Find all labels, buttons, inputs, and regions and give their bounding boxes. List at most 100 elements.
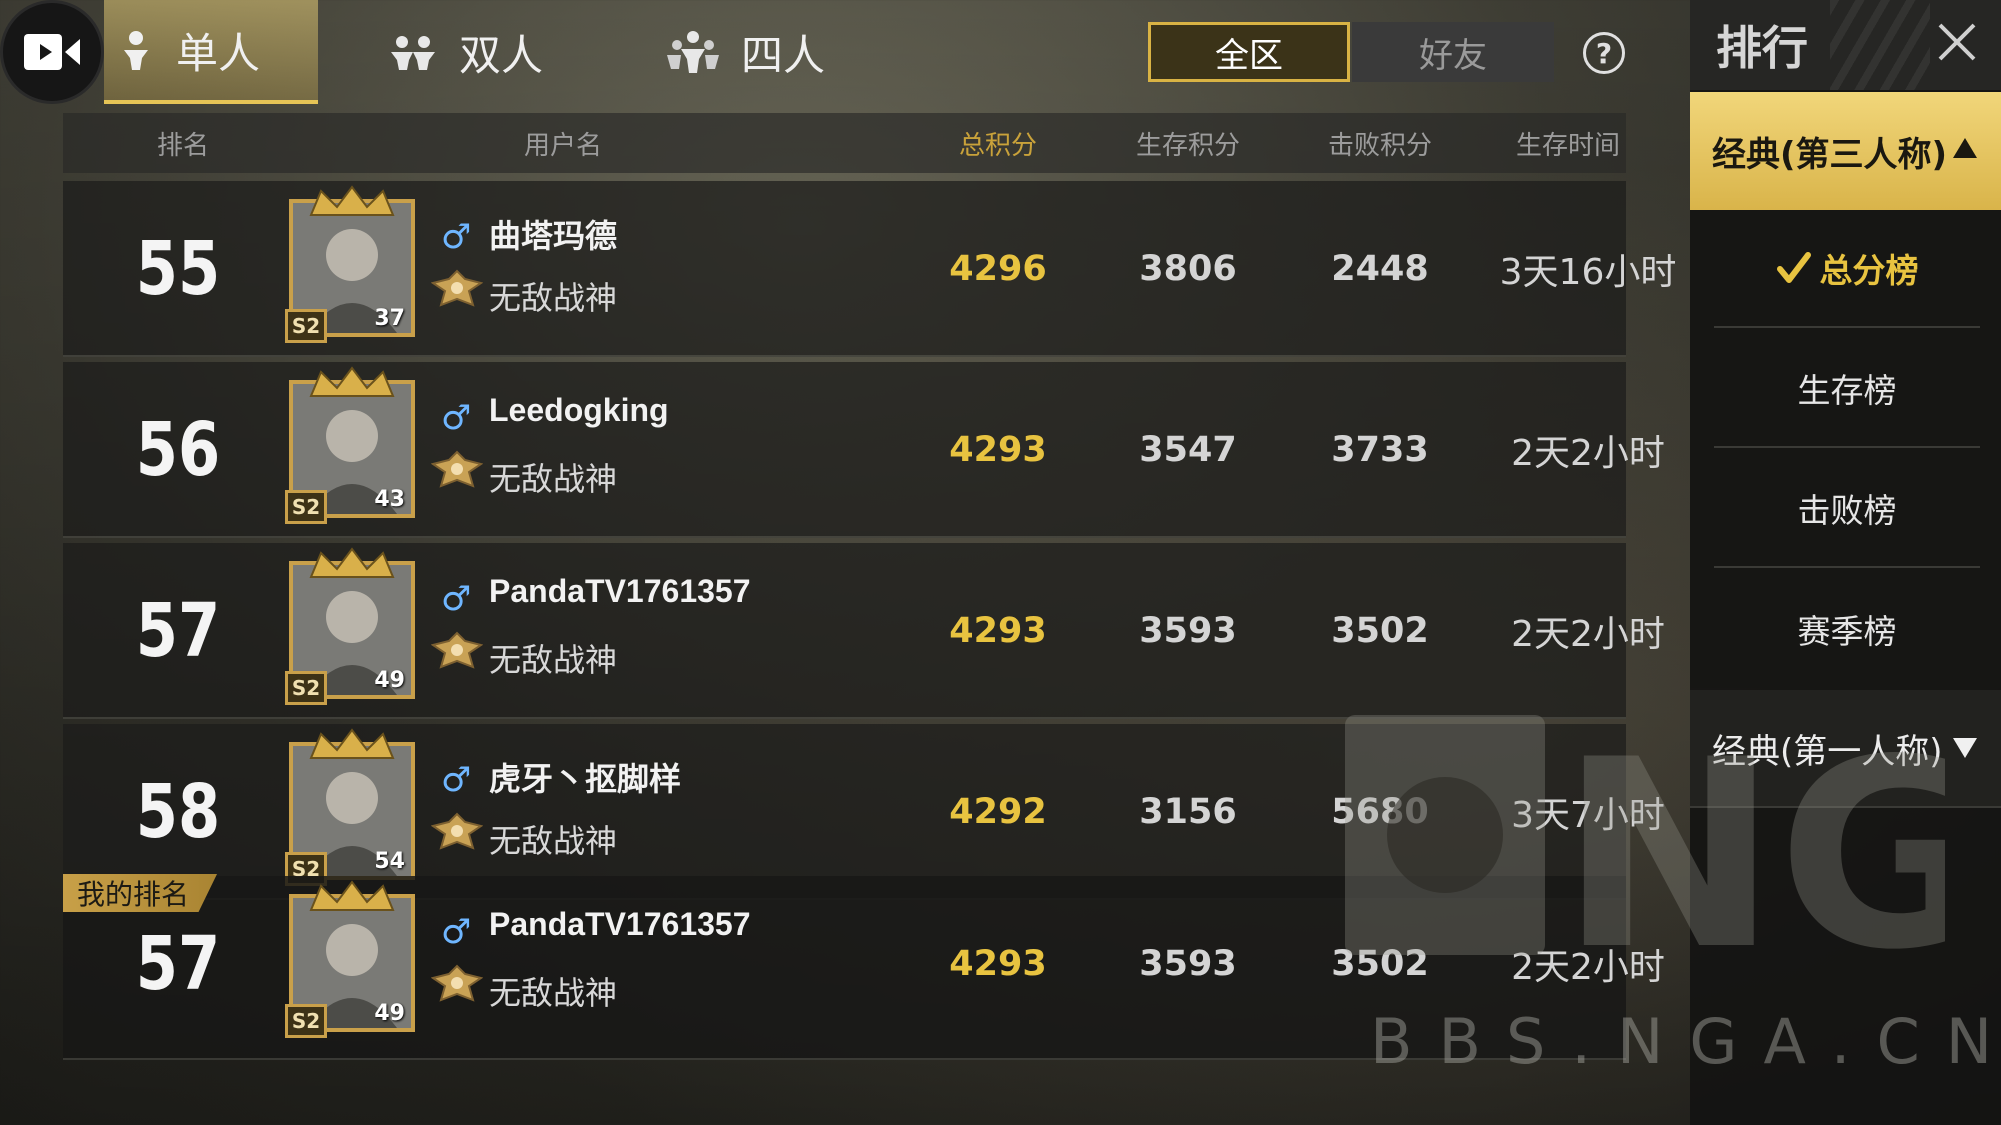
board-season-label: 赛季榜: [1797, 612, 1897, 651]
player-title: 无敌战神: [489, 822, 618, 860]
triangle-up-icon: [1953, 138, 1977, 158]
total-score: 4293: [949, 430, 1047, 470]
player-level: 49: [374, 1001, 405, 1026]
crown-icon: [309, 185, 395, 216]
player-level: 43: [374, 487, 405, 512]
board-total-label: 总分榜: [1819, 251, 1919, 290]
season-badge: S2: [285, 309, 327, 343]
help-icon[interactable]: ?: [1583, 32, 1625, 74]
close-button[interactable]: [1925, 10, 1989, 74]
player-title: 无敌战神: [489, 279, 618, 317]
title-badge-icon: [431, 269, 483, 307]
record-button[interactable]: [0, 0, 104, 104]
watermark-url: BBS.NGA.CN: [1370, 1005, 2001, 1078]
avatar[interactable]: 49 S2: [285, 880, 419, 1038]
username: 虎牙丶抠脚样: [489, 761, 682, 797]
category-first-person[interactable]: 经典(第一人称): [1690, 690, 2001, 808]
col-total[interactable]: 总积分: [913, 113, 1083, 173]
board-total[interactable]: 总分榜: [1714, 210, 1980, 328]
total-score: 4293: [949, 944, 1047, 984]
board-season[interactable]: 赛季榜: [1714, 570, 1980, 688]
col-rank: 排名: [156, 130, 209, 161]
avatar[interactable]: 54 S2: [285, 728, 419, 886]
board-kills[interactable]: 击败榜: [1714, 450, 1980, 568]
tab-solo[interactable]: 单人: [104, 0, 318, 104]
survival-score: 3593: [1139, 611, 1237, 651]
username: Leedogking: [489, 392, 669, 428]
table-row[interactable]: 55 37 S2 ♂ 曲塔玛德 无敌战神 4296 3806 2448 3天16…: [63, 181, 1676, 357]
leaderboard-table: 排名 用户名 总积分 生存积分 击败积分 生存时间: [63, 113, 1626, 173]
male-icon: ♂: [441, 398, 472, 438]
kills-score: 2448: [1331, 249, 1429, 289]
col-username: 用户名: [523, 130, 602, 161]
male-icon: ♂: [441, 912, 472, 952]
kills-score: 3502: [1331, 611, 1429, 651]
player-level: 54: [374, 849, 405, 874]
avatar[interactable]: 37 S2: [285, 185, 419, 343]
tab-squad-label: 四人: [741, 30, 826, 80]
rank-number: 56: [135, 407, 221, 493]
table-row[interactable]: 56 43 S2 ♂ Leedogking 无敌战神 4293 3547 373…: [63, 362, 1665, 538]
board-survival-label: 生存榜: [1797, 371, 1897, 410]
survival-score: 3547: [1139, 430, 1237, 470]
player-title: 无敌战神: [489, 974, 618, 1012]
table-row[interactable]: 57 49 S2 ♂ PandaTV1761357 无敌战神 4293 3593…: [63, 543, 1665, 719]
table-row[interactable]: 58 54 S2 ♂ 虎牙丶抠脚样 无敌战神 4292 3156 5680 3天…: [63, 724, 1665, 900]
kills-score: 5680: [1331, 792, 1429, 832]
title-badge-icon: [431, 631, 483, 669]
panel-header: 排行: [1690, 0, 2001, 90]
tab-duo[interactable]: 双人: [385, 0, 543, 104]
rank-number: 57: [135, 588, 221, 674]
survival-time: 2天2小时: [1511, 433, 1665, 474]
panel-title: 排行: [1716, 21, 1808, 75]
my-rank-tag: 我的排名: [63, 874, 218, 912]
total-score: 4293: [949, 611, 1047, 651]
record-icon: [24, 34, 80, 70]
category-first-person-label: 经典(第一人称): [1712, 731, 1943, 772]
season-badge: S2: [285, 1004, 327, 1038]
survival-score: 3593: [1139, 944, 1237, 984]
crown-icon: [309, 366, 395, 397]
col-survival[interactable]: 生存积分: [1103, 113, 1273, 173]
title-badge-icon: [431, 812, 483, 850]
squad-people-icon: [663, 29, 723, 75]
scope-friends-button[interactable]: 好友: [1352, 22, 1554, 82]
player-title: 无敌战神: [489, 460, 618, 498]
scope-all-button[interactable]: 全区: [1148, 22, 1350, 82]
username: 曲塔玛德: [489, 218, 618, 254]
male-icon: ♂: [441, 217, 472, 257]
title-badge-icon: [431, 964, 483, 1002]
table-header: 排名 用户名 总积分 生存积分 击败积分 生存时间: [63, 113, 1626, 173]
player-title: 无敌战神: [489, 641, 618, 679]
male-icon: ♂: [441, 579, 472, 619]
board-kills-label: 击败榜: [1797, 491, 1897, 530]
col-kills[interactable]: 击败积分: [1295, 113, 1465, 173]
total-score: 4296: [949, 249, 1047, 289]
player-level: 49: [374, 668, 405, 693]
avatar[interactable]: 49 S2: [285, 547, 419, 705]
rank-number: 58: [135, 769, 221, 855]
season-badge: S2: [285, 490, 327, 524]
panel-decoration: [1830, 0, 1930, 90]
duo-people-icon: [385, 30, 441, 74]
tab-duo-label: 双人: [459, 30, 544, 80]
board-survival[interactable]: 生存榜: [1714, 330, 1980, 448]
close-icon: [1938, 23, 1976, 61]
survival-score: 3806: [1139, 249, 1237, 289]
season-badge: S2: [285, 671, 327, 705]
tab-squad[interactable]: 四人: [663, 0, 825, 104]
survival-score: 3156: [1139, 792, 1237, 832]
category-third-person[interactable]: 经典(第三人称): [1690, 92, 2001, 210]
username: PandaTV1761357: [489, 906, 751, 942]
col-time[interactable]: 生存时间: [1483, 113, 1653, 173]
survival-time: 3天16小时: [1499, 252, 1677, 293]
avatar[interactable]: 43 S2: [285, 366, 419, 524]
survival-time: 2天2小时: [1511, 614, 1665, 655]
male-icon: ♂: [441, 760, 472, 800]
solo-person-icon: [114, 28, 158, 72]
crown-icon: [309, 547, 395, 578]
crown-icon: [309, 880, 395, 911]
triangle-down-icon: [1953, 738, 1977, 758]
crown-icon: [309, 728, 395, 759]
check-icon: [1776, 252, 1811, 283]
